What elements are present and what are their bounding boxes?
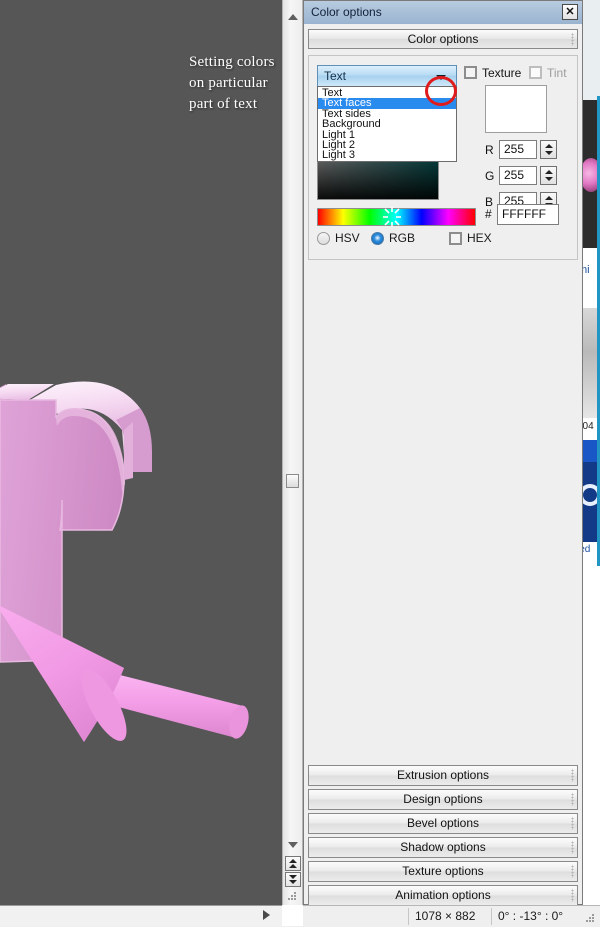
shadow-options-button[interactable]: Shadow options: [308, 837, 578, 858]
channel-g-input[interactable]: 255: [499, 166, 537, 185]
resize-grip-icon[interactable]: [586, 913, 596, 923]
bevel-options-label: Bevel options: [406, 816, 480, 830]
hex-prefix: #: [485, 207, 492, 221]
color-mode-row: HSV RGB HEX: [317, 231, 567, 249]
status-rotation: 0° : -13° : 0°: [491, 908, 569, 925]
design-options-label: Design options: [403, 792, 483, 806]
scroll-right-arrow-icon[interactable]: [263, 910, 270, 920]
scroll-up-arrow-icon[interactable]: [288, 14, 298, 20]
design-options-button[interactable]: Design options: [308, 789, 578, 810]
color-options-header-label: Color options: [407, 32, 479, 46]
channel-g-label: G: [485, 169, 495, 183]
annotation-line-1: Setting colors: [189, 54, 275, 70]
checkbox-tint: [529, 66, 542, 79]
channel-g-stepper[interactable]: [540, 166, 557, 185]
scroll-thumb[interactable]: [286, 474, 299, 488]
color-target-value: Text: [324, 69, 347, 83]
window-titlebar[interactable]: Color options ✕: [304, 1, 582, 25]
color-options-header-button[interactable]: Color options: [308, 29, 578, 49]
button-grip-icon: [571, 817, 574, 830]
checkbox-tint-label: Tint: [547, 66, 567, 80]
radio-rgb-label: RGB: [389, 231, 416, 245]
header-grip-icon: [571, 33, 574, 46]
double-chevron-down-icon: [289, 875, 297, 884]
radio-hsv[interactable]: [317, 232, 330, 245]
bevel-options-button[interactable]: Bevel options: [308, 813, 578, 834]
channel-r-label: R: [485, 143, 494, 157]
extrusion-options-button[interactable]: Extrusion options: [308, 765, 578, 786]
color-options-window: Color options ✕ Color options HSV RGB HE…: [303, 0, 583, 906]
animation-options-label: Animation options: [395, 888, 491, 902]
button-grip-icon: [571, 889, 574, 902]
scroll-page-down-button[interactable]: [285, 872, 301, 887]
scroll-page-up-button[interactable]: [285, 856, 301, 871]
annotation-circle-highlight: [425, 76, 457, 106]
checkbox-hex[interactable]: [449, 232, 462, 245]
checkbox-hex-label: HEX: [467, 231, 492, 245]
shadow-options-label: Shadow options: [400, 840, 486, 854]
color-preview-swatch: [485, 85, 547, 133]
texture-tint-row: Texture Tint: [464, 65, 582, 83]
viewport-horizontal-scrollbar[interactable]: [0, 905, 282, 927]
checkbox-texture-label: Texture: [482, 66, 522, 80]
dropdown-option-background[interactable]: Background: [318, 118, 456, 129]
channel-r-input[interactable]: 255: [499, 140, 537, 159]
status-bar: 1078 × 882 0° : -13° : 0°: [303, 905, 600, 926]
double-chevron-up-icon: [289, 859, 297, 868]
dropdown-option-light-3[interactable]: Light 3: [318, 150, 456, 161]
scrollbar-grip-dots: [288, 892, 297, 901]
viewport-vertical-scrollbar[interactable]: [282, 0, 303, 905]
animation-options-button[interactable]: Animation options: [308, 885, 578, 906]
3d-scene-graphic: [0, 381, 249, 742]
button-grip-icon: [571, 793, 574, 806]
window-body: Color options HSV RGB HEX Texture Tint R…: [304, 24, 582, 906]
stepper-up-icon[interactable]: [545, 170, 553, 174]
stepper-down-icon[interactable]: [545, 177, 553, 181]
close-icon[interactable]: ✕: [562, 4, 578, 20]
stepper-up-icon[interactable]: [545, 144, 553, 148]
annotation-text: Setting colors on particular part of tex…: [189, 52, 281, 115]
status-dimensions: 1078 × 882: [408, 908, 481, 925]
button-grip-icon: [571, 865, 574, 878]
annotation-line-3: part of text: [189, 96, 258, 112]
stepper-down-icon[interactable]: [545, 151, 553, 155]
hex-input[interactable]: FFFFFF: [497, 204, 559, 225]
window-title: Color options: [311, 5, 382, 19]
hue-marker-icon: [383, 207, 401, 227]
app-root: mi 004 led Setting colors on particular …: [0, 0, 600, 927]
button-grip-icon: [571, 769, 574, 782]
channel-r-stepper[interactable]: [540, 140, 557, 159]
radio-rgb[interactable]: [371, 232, 384, 245]
texture-options-label: Texture options: [402, 864, 484, 878]
texture-options-button[interactable]: Texture options: [308, 861, 578, 882]
viewport-3d[interactable]: Setting colors on particular part of tex…: [0, 0, 282, 905]
stepper-up-icon[interactable]: [545, 196, 553, 200]
radio-hsv-label: HSV: [335, 231, 360, 245]
viewport-3d-surface[interactable]: Setting colors on particular part of tex…: [0, 0, 282, 905]
annotation-line-2: on particular: [189, 75, 268, 91]
checkbox-texture[interactable]: [464, 66, 477, 79]
extrusion-options-label: Extrusion options: [396, 768, 490, 782]
button-grip-icon: [571, 841, 574, 854]
scroll-down-arrow-icon[interactable]: [288, 842, 298, 848]
